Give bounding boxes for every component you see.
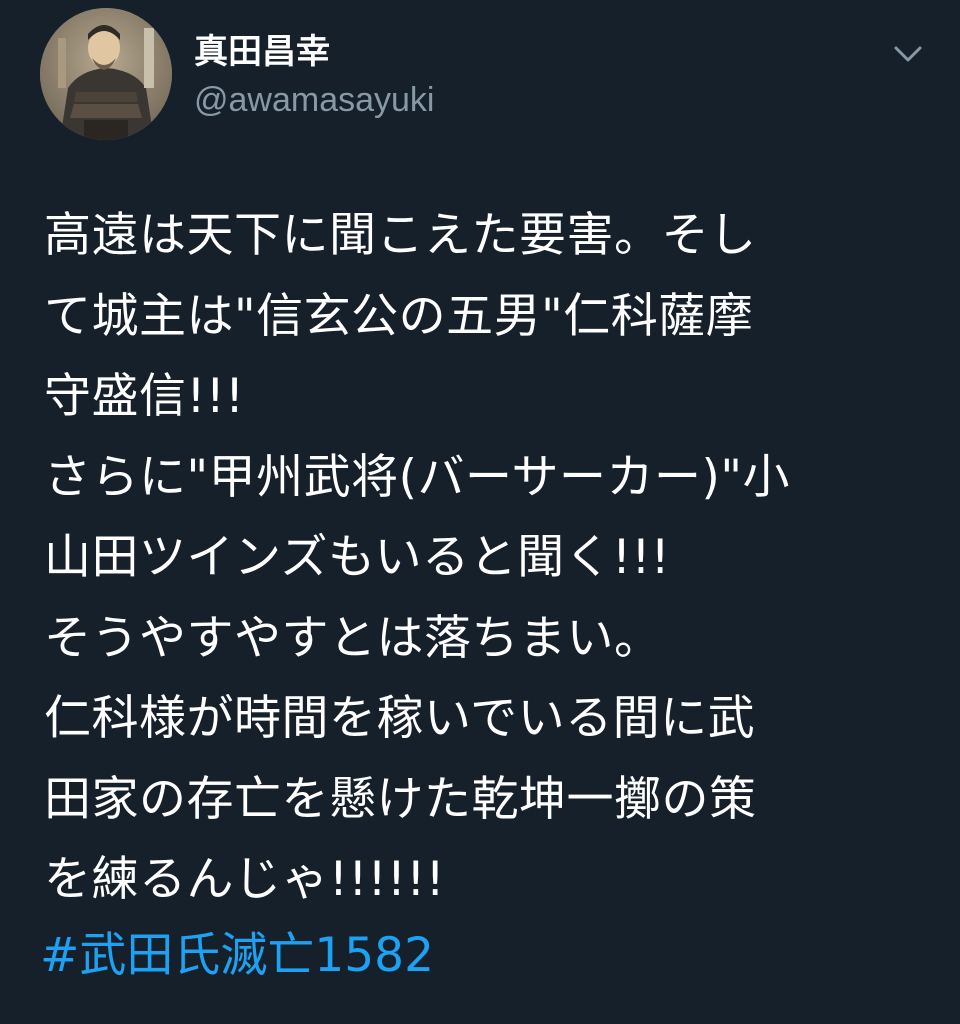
tweet-text-line: て城主は"信玄公の五男"仁科薩摩: [44, 288, 754, 344]
tweet-text-line: 高遠は天下に聞こえた要害。そし: [44, 208, 757, 263]
tweet-text-line: 守盛信!!!: [44, 369, 245, 424]
tweet-text-line: 仁科様が時間を稼いでいる間に武: [44, 691, 756, 746]
tweet-text-line: を練るんじゃ!!!!!!: [44, 852, 446, 907]
tweet-card: 真田昌幸 @awamasayuki 高遠は天下に聞こえた要害。そし て城主は"信…: [0, 0, 960, 1024]
tweet-text-line: 田家の存亡を懸けた乾坤一擲の策: [44, 771, 757, 827]
tweet-text-line: さらに"甲州武将(バーサーカー)"小: [44, 449, 790, 505]
hashtag-link[interactable]: #武田氏滅亡1582: [40, 916, 434, 996]
tweet-text-line: そうやすやすとは落ちまい。: [44, 610, 662, 666]
chevron-down-icon: [894, 46, 922, 62]
tweet-text: 高遠は天下に聞こえた要害。そし て城主は"信玄公の五男"仁科薩摩 守盛信!!! …: [44, 196, 924, 921]
portrait-avatar-icon: [40, 8, 172, 140]
tweet-text-line: 山田ツインズもいると聞く!!!: [44, 530, 671, 585]
display-name[interactable]: 真田昌幸: [194, 30, 330, 74]
avatar[interactable]: [40, 8, 172, 140]
user-handle[interactable]: @awamasayuki: [194, 78, 435, 122]
tweet-menu-button[interactable]: [888, 36, 928, 72]
